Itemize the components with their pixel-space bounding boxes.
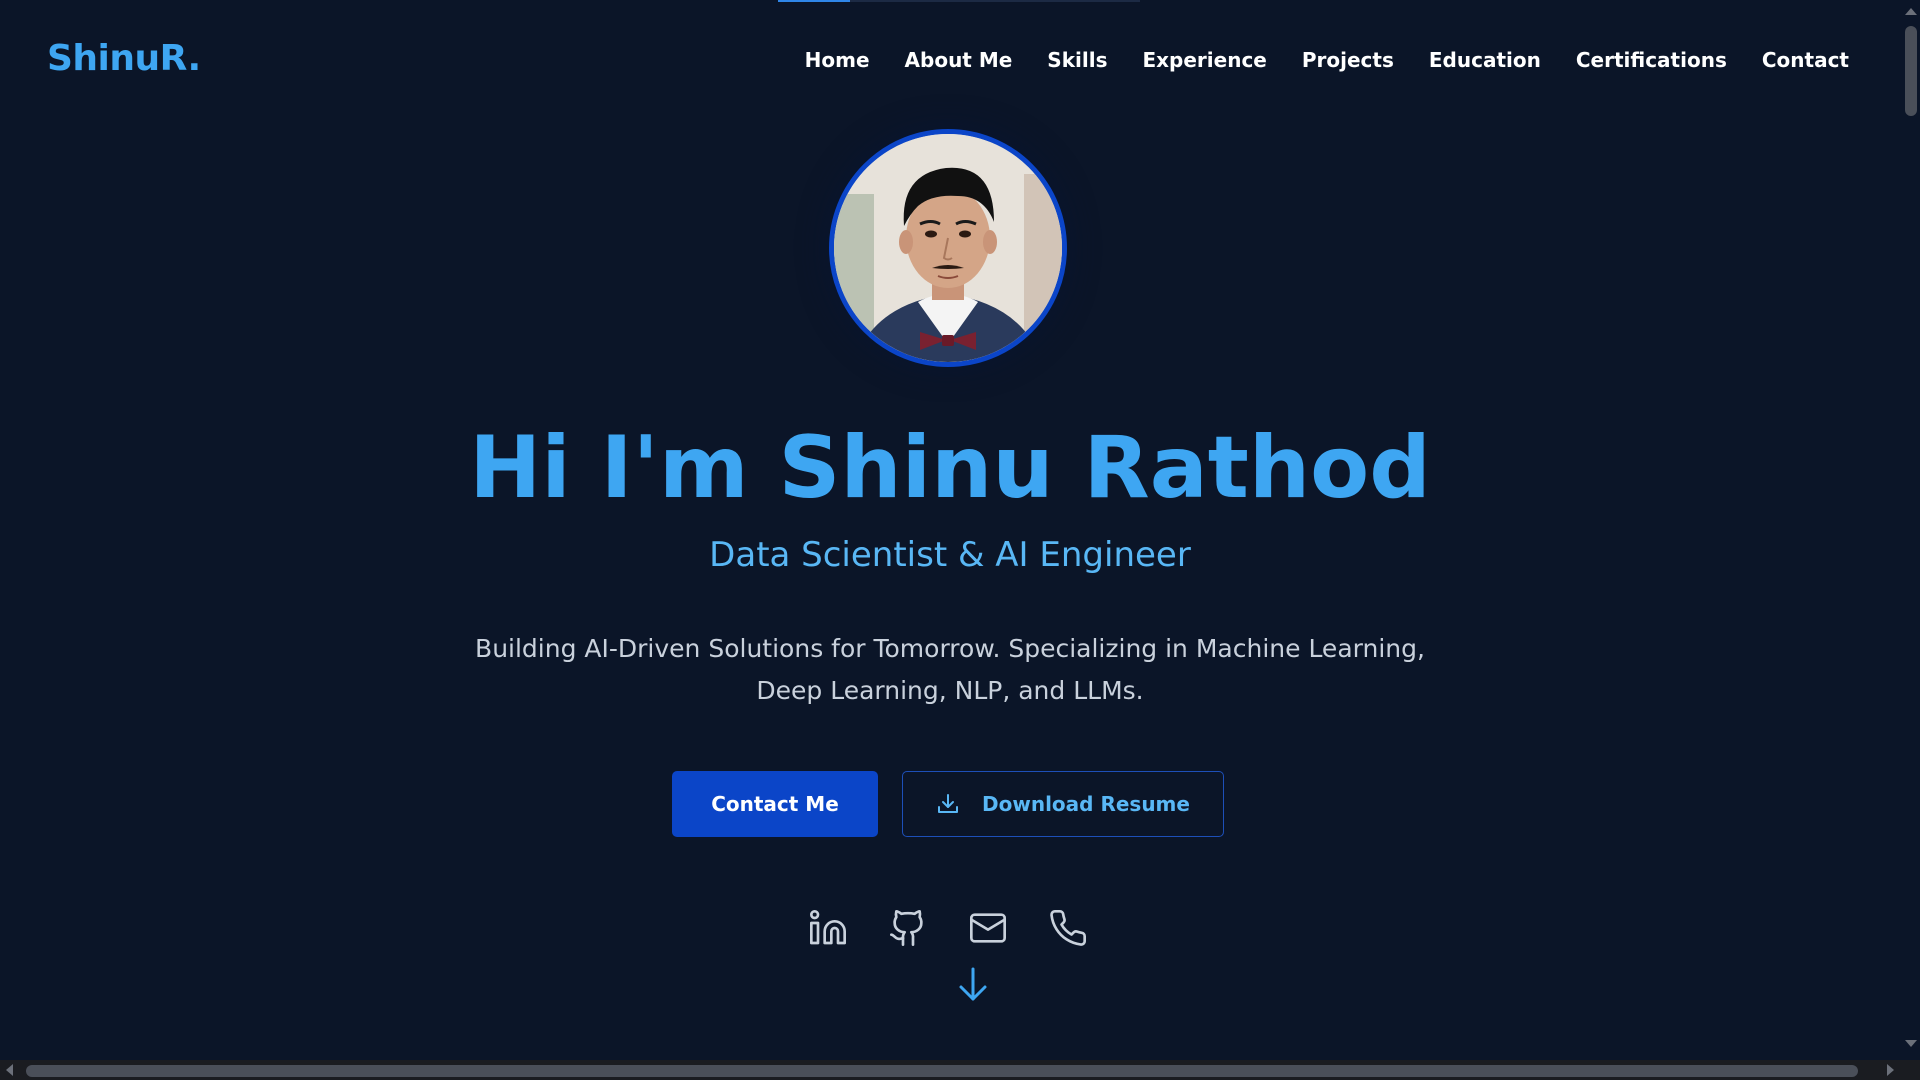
nav-item-projects[interactable]: Projects [1302, 48, 1394, 72]
scroll-progress-track [778, 0, 1140, 2]
horizontal-scrollbar[interactable] [0, 1060, 1920, 1080]
phone-icon[interactable] [1048, 908, 1088, 948]
main-nav: Home About Me Skills Experience Projects… [805, 48, 1849, 72]
nav-item-experience[interactable]: Experience [1142, 48, 1266, 72]
nav-item-contact[interactable]: Contact [1762, 48, 1849, 72]
nav-item-home[interactable]: Home [805, 48, 870, 72]
download-resume-button[interactable]: Download Resume [902, 771, 1224, 837]
portfolio-page: ShinuR. Home About Me Skills Experience … [0, 0, 1920, 1080]
contact-me-button[interactable]: Contact Me [672, 771, 878, 837]
scroll-up-arrow-icon[interactable] [1905, 8, 1917, 15]
github-icon[interactable] [888, 908, 928, 948]
vertical-scrollbar-thumb[interactable] [1905, 26, 1917, 116]
nav-item-about-me[interactable]: About Me [905, 48, 1013, 72]
social-links [808, 908, 1088, 948]
scroll-down-arrow-icon[interactable] [1905, 1040, 1917, 1047]
site-logo[interactable]: ShinuR. [47, 38, 201, 79]
hero-description: Building AI-Driven Solutions for Tomorro… [475, 634, 1425, 705]
hero-title: Hi I'm Shinu Rathod [469, 418, 1431, 518]
nav-item-certifications[interactable]: Certifications [1576, 48, 1727, 72]
arrow-down-icon[interactable] [955, 965, 991, 1005]
mail-icon[interactable] [968, 908, 1008, 948]
download-icon [938, 794, 959, 813]
linkedin-icon[interactable] [808, 908, 848, 948]
profile-avatar [829, 129, 1067, 367]
hero-subtitle: Data Scientist & AI Engineer [709, 535, 1191, 575]
vertical-scrollbar[interactable] [1900, 0, 1920, 1060]
scroll-progress-fill [778, 0, 851, 2]
nav-item-education[interactable]: Education [1429, 48, 1541, 72]
nav-item-skills[interactable]: Skills [1047, 48, 1107, 72]
horizontal-scrollbar-thumb[interactable] [26, 1065, 1858, 1077]
contact-me-button-label: Contact Me [711, 792, 839, 816]
scroll-right-arrow-icon[interactable] [1887, 1064, 1894, 1076]
download-resume-button-label: Download Resume [982, 792, 1190, 816]
profile-photo-illustration [834, 134, 1062, 362]
scroll-left-arrow-icon[interactable] [6, 1064, 13, 1076]
